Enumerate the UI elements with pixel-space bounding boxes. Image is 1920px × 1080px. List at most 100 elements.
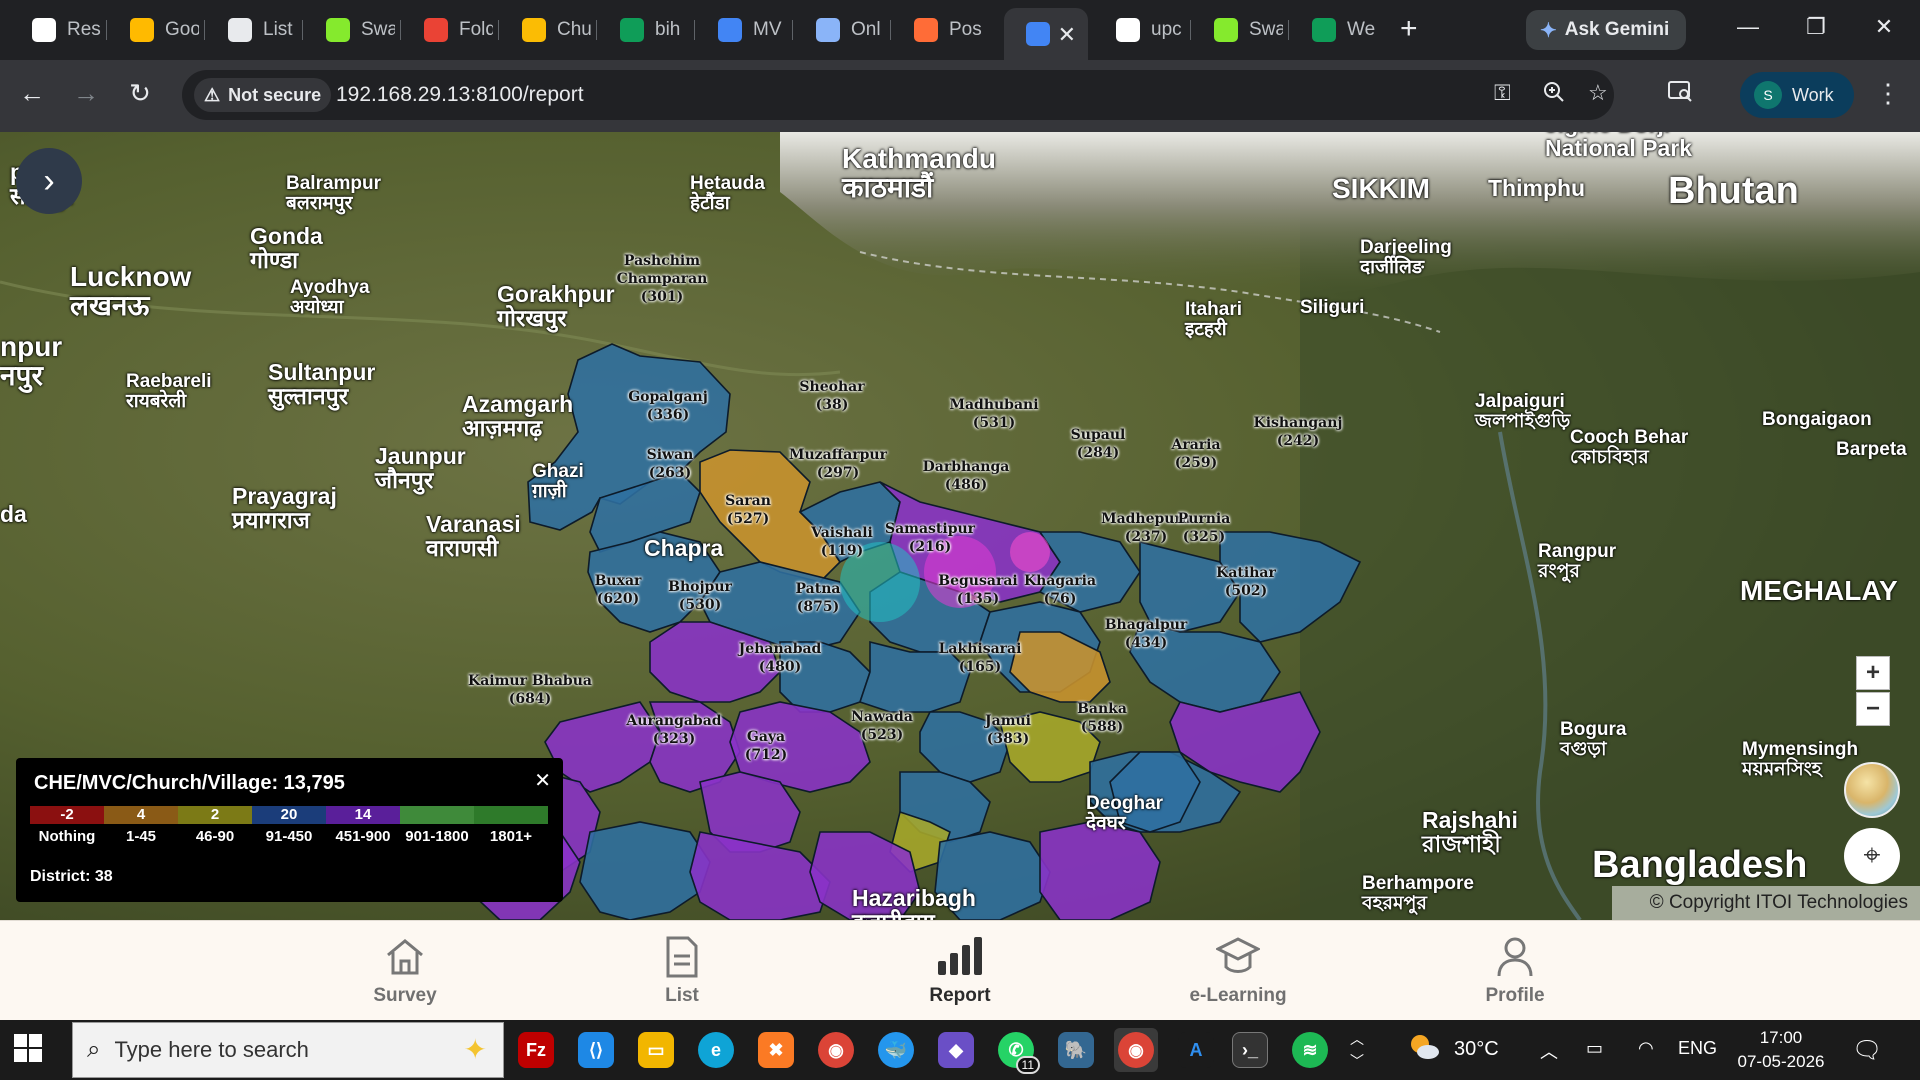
- nav-report[interactable]: Report: [880, 935, 1040, 1007]
- reload-button[interactable]: ↻: [122, 78, 158, 109]
- district-label[interactable]: Madhubani (531): [949, 396, 1038, 432]
- taskbar-clock[interactable]: 17:00 07-05-2026: [1716, 1026, 1846, 1074]
- browser-tab[interactable]: bih: [598, 12, 694, 48]
- close-tab-icon[interactable]: ✕: [1058, 22, 1076, 48]
- globe-view-icon[interactable]: [1844, 762, 1900, 818]
- azure-data-studio-icon[interactable]: A: [1174, 1028, 1218, 1072]
- district-label[interactable]: Darbhanga (486): [923, 458, 1010, 494]
- zoom-icon[interactable]: [1542, 80, 1566, 110]
- browser-tab[interactable]: Pos: [892, 12, 988, 48]
- district-label[interactable]: Samastipur (216): [885, 520, 975, 556]
- browser-tab[interactable]: Res: [10, 12, 106, 48]
- district-label[interactable]: Araria (259): [1171, 436, 1220, 472]
- url-text[interactable]: 192.168.29.13:8100/report: [336, 83, 584, 107]
- filezilla-icon[interactable]: Fz: [514, 1028, 558, 1072]
- chrome-profile-icon[interactable]: ◉: [1114, 1028, 1158, 1072]
- ask-gemini-button[interactable]: ✦ Ask Gemini: [1526, 10, 1686, 50]
- browser-tab[interactable]: Fold: [402, 12, 498, 48]
- password-key-icon[interactable]: ⚿: [1494, 80, 1511, 106]
- close-window-button[interactable]: ✕: [1864, 14, 1904, 40]
- district-label[interactable]: Nawada (523): [851, 708, 913, 744]
- browser-tab[interactable]: MV: [696, 12, 792, 48]
- whatsapp-icon[interactable]: ✆ 11: [994, 1028, 1040, 1074]
- browser-tab[interactable]: ✕: [1004, 8, 1088, 60]
- nav-elearning[interactable]: e-Learning: [1158, 935, 1318, 1007]
- district-label[interactable]: Supaul (284): [1071, 426, 1126, 462]
- district-label[interactable]: Gaya (712): [745, 728, 787, 764]
- district-label[interactable]: Kishanganj (242): [1254, 414, 1343, 450]
- browser-menu-icon[interactable]: ⋮: [1870, 78, 1906, 109]
- district-label[interactable]: Gopalganj (336): [628, 388, 708, 424]
- zoom-out-button[interactable]: −: [1856, 692, 1890, 726]
- browser-tab[interactable]: Swa: [304, 12, 400, 48]
- forward-button[interactable]: →: [68, 78, 104, 109]
- notification-center-icon[interactable]: 🗨: [1852, 1036, 1882, 1065]
- district-label[interactable]: Saran (527): [725, 492, 771, 528]
- profile-button[interactable]: S Work: [1740, 72, 1854, 118]
- bookmark-star-icon[interactable]: ☆: [1588, 80, 1608, 106]
- district-label[interactable]: Lakhisarai (165): [939, 640, 1022, 676]
- nav-profile[interactable]: Profile: [1435, 935, 1595, 1007]
- minimize-window-button[interactable]: —: [1728, 14, 1768, 40]
- taskbar-search-box[interactable]: ⌕ Type here to search ✦: [72, 1022, 504, 1078]
- address-bar[interactable]: ⚠ Not secure 192.168.29.13:8100/report ⚿…: [182, 70, 1614, 120]
- district-label[interactable]: Bhojpur (530): [668, 578, 732, 614]
- district-label[interactable]: Bhagalpur (434): [1105, 616, 1188, 652]
- postgres-icon[interactable]: 🐘: [1054, 1028, 1098, 1072]
- browser-tab[interactable]: Chu: [500, 12, 596, 48]
- browser-tab[interactable]: List: [206, 12, 302, 48]
- district-label[interactable]: Sheohar (38): [799, 378, 864, 414]
- battery-icon[interactable]: ▭: [1586, 1038, 1603, 1059]
- browser-tab[interactable]: upc: [1094, 12, 1190, 48]
- xampp-icon[interactable]: ✖: [754, 1028, 798, 1072]
- browser-tab[interactable]: Goo: [108, 12, 204, 48]
- district-label[interactable]: Pashchim Champaran (301): [617, 252, 708, 306]
- nav-survey[interactable]: Survey: [325, 935, 485, 1007]
- district-label[interactable]: Patna (875): [796, 580, 841, 616]
- legend-close-icon[interactable]: ✕: [534, 768, 551, 793]
- new-tab-button[interactable]: +: [1400, 14, 1418, 44]
- district-label[interactable]: Siwan (263): [647, 446, 694, 482]
- place-label: Mymensingh ময়মনসিংহ: [1742, 739, 1859, 780]
- search-tabs-icon[interactable]: [1662, 78, 1698, 111]
- browser-tab[interactable]: We: [1290, 12, 1386, 48]
- file-explorer-icon[interactable]: ▭: [634, 1028, 678, 1072]
- browser-tab[interactable]: Swa: [1192, 12, 1288, 48]
- weather-icon[interactable]: [1408, 1032, 1440, 1067]
- windows-start-button[interactable]: [14, 1034, 42, 1067]
- district-label[interactable]: Banka (588): [1077, 700, 1127, 736]
- district-banka[interactable]: [1039, 821, 1161, 920]
- vscode-icon[interactable]: ⟨⟩: [574, 1028, 618, 1072]
- legend-range: 46-90: [195, 828, 235, 845]
- browser-tab[interactable]: Onl: [794, 12, 890, 48]
- show-hidden-icons-icon[interactable]: ︿: [1540, 1038, 1558, 1064]
- district-label[interactable]: Aurangabad (323): [626, 712, 721, 748]
- nav-list[interactable]: List: [602, 935, 762, 1007]
- edge-icon[interactable]: e: [694, 1028, 738, 1072]
- not-secure-chip[interactable]: ⚠ Not secure: [194, 78, 332, 112]
- docker-icon[interactable]: 🐳: [874, 1028, 918, 1072]
- zoom-in-button[interactable]: +: [1856, 656, 1890, 690]
- district-label[interactable]: Muzaffarpur (297): [789, 446, 887, 482]
- district-label[interactable]: Khagaria (76): [1024, 572, 1096, 608]
- side-panel-toggle-button[interactable]: ›: [16, 148, 82, 214]
- district-label[interactable]: Begusarai (135): [938, 572, 1017, 608]
- map-view[interactable]: Kathmandu काठमाडौं Hetauda हेटौंडा Balramp…: [0, 132, 1920, 920]
- district-label[interactable]: Jamui (383): [985, 712, 1031, 748]
- spotify-icon[interactable]: ≋: [1288, 1028, 1332, 1072]
- git-tool-icon[interactable]: ◆: [934, 1028, 978, 1072]
- district-label[interactable]: Buxar (620): [595, 572, 642, 608]
- wifi-icon[interactable]: ◠: [1638, 1038, 1654, 1059]
- district-label[interactable]: Purnia (325): [1178, 510, 1231, 546]
- district-label[interactable]: Kaimur Bhabua (684): [468, 672, 592, 708]
- locate-me-icon[interactable]: ⌖: [1844, 828, 1900, 884]
- restore-window-button[interactable]: ❐: [1796, 14, 1836, 40]
- back-button[interactable]: ←: [14, 78, 50, 109]
- district-label[interactable]: Jehanabad (480): [739, 640, 822, 676]
- district-label[interactable]: Vaishali (119): [811, 524, 873, 560]
- taskbar-scroll-arrows-icon[interactable]: ︿ ﹀: [1350, 1028, 1364, 1072]
- language-indicator[interactable]: ENG: [1678, 1038, 1717, 1059]
- terminal-icon[interactable]: ›_: [1228, 1028, 1272, 1072]
- chrome-icon[interactable]: ◉: [814, 1028, 858, 1072]
- district-label[interactable]: Katihar (502): [1216, 564, 1276, 600]
